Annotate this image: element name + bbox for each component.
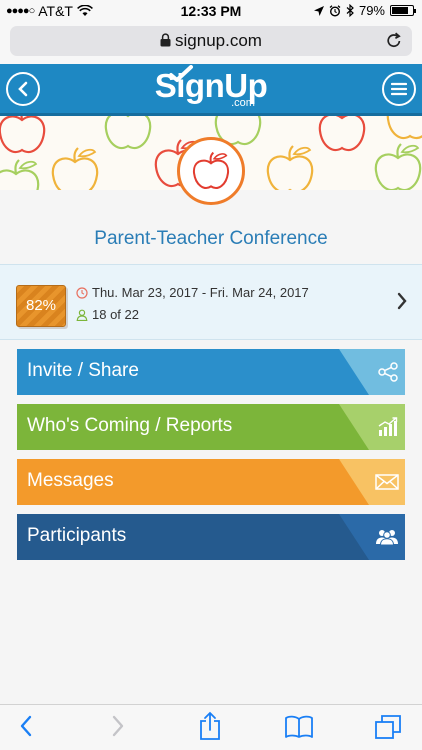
clock-icon xyxy=(76,286,88,299)
hamburger-icon xyxy=(391,82,407,96)
share-icon xyxy=(378,362,398,382)
bookmarks-icon[interactable] xyxy=(284,715,314,739)
location-arrow-icon xyxy=(313,5,324,16)
reports-chart-icon xyxy=(378,417,398,436)
messages-button[interactable]: Messages xyxy=(17,459,405,505)
hamburger-menu-button[interactable] xyxy=(382,72,416,106)
event-summary-row[interactable]: 82% Thu. Mar 23, 2017 - Fri. Mar 24, 201… xyxy=(0,264,422,340)
event-apple-logo xyxy=(177,137,245,205)
whos-coming-reports-button[interactable]: Who's Coming / Reports xyxy=(17,404,405,450)
alarm-clock-icon xyxy=(329,4,341,17)
event-title: Parent-Teacher Conference xyxy=(94,228,328,249)
battery-icon xyxy=(390,5,416,16)
share-icon[interactable] xyxy=(198,711,222,741)
participant-count: 18 of 22 xyxy=(92,307,139,322)
logo-domain: .com xyxy=(231,97,255,109)
battery-percent: 79% xyxy=(358,3,385,18)
back-arrow-icon[interactable] xyxy=(18,714,34,738)
browser-address-area: signup.com xyxy=(0,22,422,64)
whos-coming-reports-label: Who's Coming / Reports xyxy=(27,415,233,436)
person-icon xyxy=(76,309,88,321)
tabs-icon[interactable] xyxy=(374,714,402,740)
participants-button[interactable]: Participants xyxy=(17,514,405,560)
envelope-icon xyxy=(375,474,399,490)
bluetooth-icon xyxy=(346,4,354,17)
fill-percentage-badge: 82% xyxy=(16,285,66,327)
browser-toolbar xyxy=(0,704,422,750)
invite-share-button[interactable]: Invite / Share xyxy=(17,349,405,395)
status-bar: ●●●●○ AT&T 12:33 PM 79% xyxy=(0,0,422,22)
invite-share-label: Invite / Share xyxy=(27,360,139,381)
event-date-range: Thu. Mar 23, 2017 - Fri. Mar 24, 2017 xyxy=(92,285,309,300)
forward-arrow-icon[interactable] xyxy=(110,714,126,738)
apple-icon xyxy=(193,151,229,189)
signup-logo: SignUp .com xyxy=(0,65,422,109)
participants-label: Participants xyxy=(27,525,127,546)
address-bar[interactable]: signup.com xyxy=(10,26,412,56)
checkmark-logo-icon xyxy=(169,65,193,82)
chevron-right-icon xyxy=(397,292,407,310)
messages-label: Messages xyxy=(27,470,114,491)
app-header: SignUp .com xyxy=(0,64,422,116)
lock-icon xyxy=(160,33,171,47)
reload-icon[interactable] xyxy=(386,32,402,49)
group-icon xyxy=(376,530,398,546)
url-text: signup.com xyxy=(175,31,262,50)
